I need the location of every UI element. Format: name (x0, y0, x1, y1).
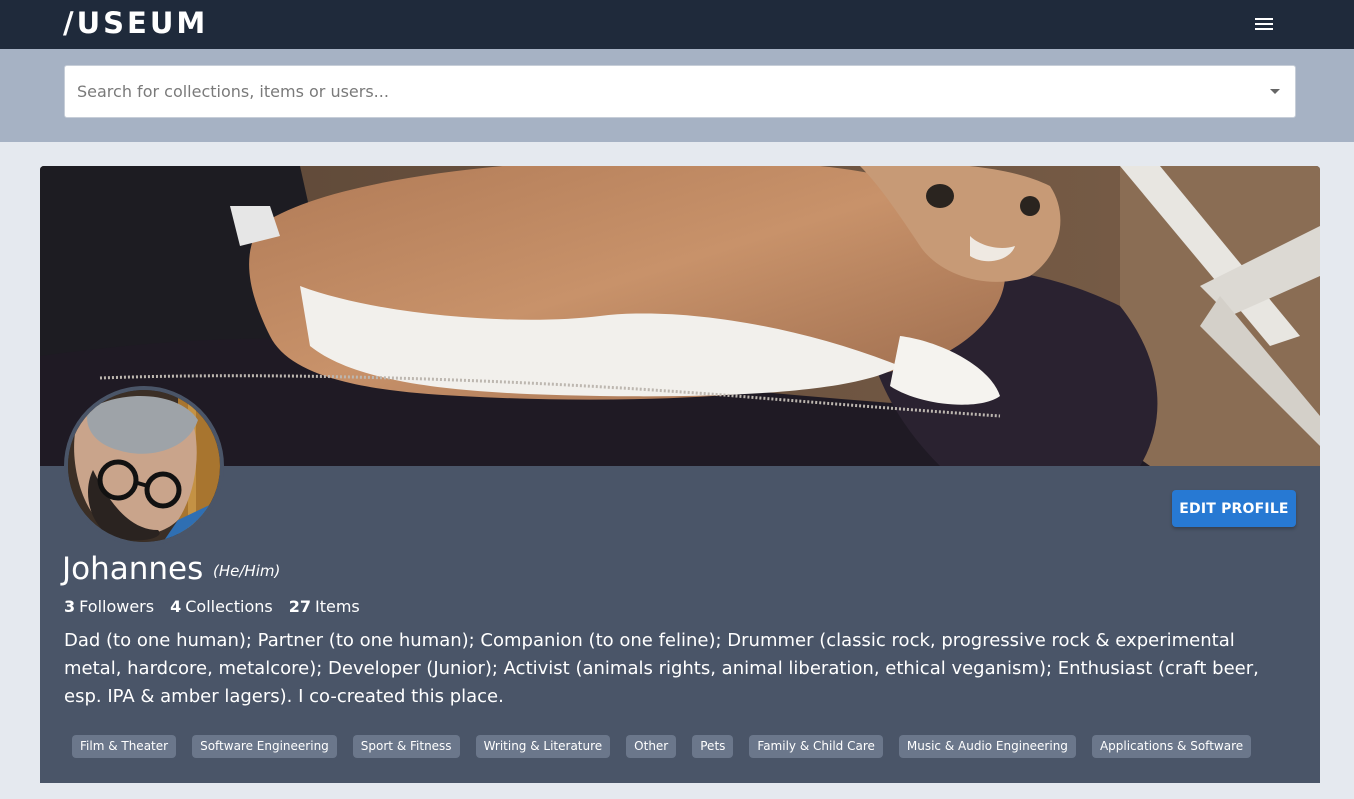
profile-banner-image (40, 166, 1320, 466)
search-input[interactable] (77, 66, 1247, 117)
menu-line (1255, 18, 1273, 20)
tag-sport-fitness[interactable]: Sport & Fitness (352, 735, 460, 758)
followers-stat[interactable]: 3 Followers (64, 597, 154, 617)
stat-count: 4 (170, 597, 182, 616)
stat-label: Followers (79, 597, 155, 616)
search-box[interactable] (64, 65, 1296, 118)
menu-line (1255, 23, 1273, 25)
tag-film-theater[interactable]: Film & Theater (72, 735, 177, 758)
stat-label: Items (314, 597, 360, 616)
stat-count: 3 (64, 597, 76, 616)
top-navbar: /USEUM (0, 0, 1354, 49)
profile-stats: 3 Followers 4 Collections 27 Items (64, 597, 360, 617)
tag-software-engineering[interactable]: Software Engineering (192, 735, 337, 758)
tag-music-audio-engineering[interactable]: Music & Audio Engineering (898, 735, 1076, 758)
items-stat[interactable]: 27 Items (289, 597, 360, 617)
tag-other[interactable]: Other (626, 735, 677, 758)
tag-writing-literature[interactable]: Writing & Literature (475, 735, 611, 758)
card-bottom-gap (40, 783, 1320, 799)
search-bar-area (0, 49, 1354, 142)
tag-pets[interactable]: Pets (692, 735, 734, 758)
site-logo[interactable]: /USEUM (63, 5, 208, 41)
hamburger-menu-icon[interactable] (1248, 10, 1280, 38)
profile-bio: Dad (to one human); Partner (to one huma… (64, 630, 1259, 707)
tag-applications-software[interactable]: Applications & Software (1091, 735, 1252, 758)
caret-down-icon[interactable] (1270, 89, 1280, 94)
stat-count: 27 (288, 597, 311, 616)
edit-profile-button[interactable]: EDIT PROFILE (1172, 490, 1296, 527)
stat-label: Collections (185, 597, 273, 616)
tag-family-child-care[interactable]: Family & Child Care (749, 735, 883, 758)
menu-line (1255, 28, 1273, 30)
profile-name: Johannes (62, 551, 204, 587)
profile-pronouns: (He/Him) (213, 562, 281, 580)
collections-stat[interactable]: 4 Collections (170, 597, 273, 617)
avatar[interactable] (64, 386, 224, 546)
interest-tags: Film & Theater Software Engineering Spor… (72, 735, 1252, 758)
